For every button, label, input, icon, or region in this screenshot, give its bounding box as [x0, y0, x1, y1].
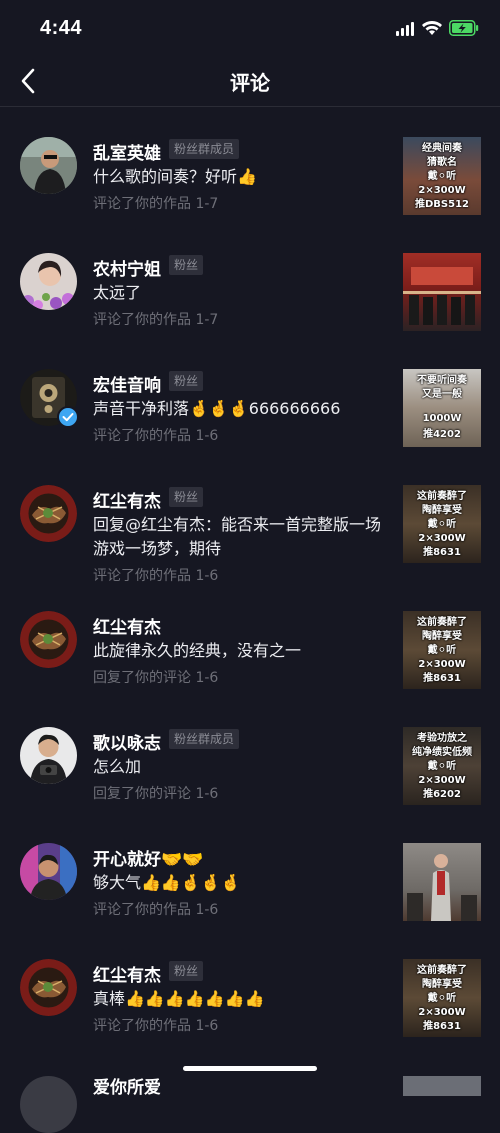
thumbnail-caption: 戴⚪听 — [427, 993, 457, 1004]
comment-author[interactable]: 红尘有杰 — [93, 961, 161, 986]
comment-item[interactable]: 乱室英雄 粉丝群成员 什么歌的间奏？好听👍 评论了你的作品 1-7 经典间奏 猜… — [0, 107, 500, 217]
home-indicator — [183, 1066, 317, 1071]
video-thumbnail[interactable]: 经典间奏 猜歌名 戴⚪听 2×300W 推DBS512 — [403, 137, 481, 215]
comment-item[interactable]: 开心就好🤝🤝 够大气👍👍🤞🤞🤞 评论了你的作品 1-6 — [0, 813, 500, 923]
status-bar: 4:44 — [0, 0, 500, 56]
thumbnail-caption: 推DBS512 — [415, 199, 469, 210]
thumbnail-caption: 这前奏醉了 — [417, 965, 467, 976]
comment-text: 太远了 — [93, 283, 142, 302]
comment-author[interactable]: 红尘有杰 — [93, 613, 161, 638]
thumbnail-caption: 推4202 — [423, 429, 461, 440]
page-title: 评论 — [230, 71, 270, 95]
thumbnail-caption: 戴⚪听 — [427, 645, 457, 656]
comment-meta: 回复了你的评论 1-6 — [93, 786, 219, 802]
comment-author[interactable]: 乱室英雄 — [93, 139, 161, 164]
thumbnail-caption: 2×300W — [418, 533, 466, 544]
comment-author[interactable]: 农村宁姐 — [93, 255, 161, 280]
avatar[interactable] — [20, 611, 77, 668]
thumbnail-caption: 推6202 — [423, 789, 461, 800]
comment-item[interactable]: 农村宁姐 粉丝 太远了 评论了你的作品 1-7 — [0, 223, 500, 333]
wifi-icon — [422, 21, 442, 35]
status-time: 4:44 — [40, 17, 83, 39]
thumbnail-caption: 推8631 — [423, 547, 461, 558]
thumbnail-caption: 这前奏醉了 — [417, 491, 467, 502]
comment-meta: 评论了你的作品 1-6 — [93, 428, 219, 444]
comment-author[interactable]: 爱你所爱 — [93, 1073, 161, 1098]
comment-meta: 评论了你的作品 1-7 — [93, 196, 219, 212]
thumbnail-caption: 2×300W — [418, 775, 466, 786]
comment-text: 此旋律永久的经典，没有之一 — [93, 641, 302, 660]
video-thumbnail[interactable]: 这前奏醉了 陶醉享受 戴⚪听 2×300W 推8631 — [403, 485, 481, 563]
avatar[interactable] — [20, 485, 77, 542]
avatar[interactable] — [20, 727, 77, 784]
thumbnail-caption: 2×300W — [418, 185, 466, 196]
fan-badge: 粉丝群成员 — [169, 729, 240, 749]
fan-badge: 粉丝群成员 — [169, 139, 240, 159]
nav-bar: 评论 — [0, 56, 500, 107]
comment-meta: 评论了你的作品 1-6 — [93, 1018, 219, 1034]
avatar[interactable] — [20, 1076, 77, 1133]
comment-text: 声音干净利落🤞🤞🤞666666666 — [93, 399, 341, 418]
comment-text: 怎么加 — [93, 757, 142, 776]
avatar[interactable] — [20, 253, 77, 310]
fan-badge: 粉丝 — [169, 371, 204, 391]
comment-item[interactable]: 红尘有杰 粉丝 回复@红尘有杰：能否来一首完整版一场游戏一场梦，期待 评论了你的… — [0, 455, 500, 584]
comment-text: 回复@红尘有杰：能否来一首完整版一场游戏一场梦，期待 — [93, 515, 382, 558]
comment-author[interactable]: 红尘有杰 — [93, 487, 161, 512]
avatar[interactable] — [20, 137, 77, 194]
comment-meta: 评论了你的作品 1-7 — [93, 312, 219, 328]
thumbnail-caption: 陶醉享受 — [422, 979, 462, 990]
verified-badge-icon — [57, 406, 79, 428]
thumbnail-caption: 1000W — [422, 413, 462, 424]
thumbnail-caption: 考验功放之 — [417, 733, 467, 744]
comment-author[interactable]: 宏佳音响 — [93, 371, 161, 396]
comment-text: 什么歌的间奏？好听👍 — [93, 167, 257, 186]
fan-badge: 粉丝 — [169, 487, 204, 507]
thumbnail-caption: 2×300W — [418, 659, 466, 670]
video-thumbnail[interactable]: 考验功放之 纯净绩实低频 戴⚪听 2×300W 推6202 — [403, 727, 481, 805]
thumbnail-caption: 戴⚪听 — [427, 171, 457, 182]
thumbnail-caption: 这前奏醉了 — [417, 617, 467, 628]
thumbnail-caption: 推8631 — [423, 1021, 461, 1032]
thumbnail-caption: 不要听间奏 — [417, 375, 467, 386]
comment-item[interactable]: 宏佳音响 粉丝 声音干净利落🤞🤞🤞666666666 评论了你的作品 1-6 不… — [0, 339, 500, 449]
video-thumbnail[interactable] — [403, 253, 481, 331]
video-thumbnail[interactable]: 这前奏醉了 陶醉享受 戴⚪听 2×300W 推8631 — [403, 611, 481, 689]
thumbnail-caption: 陶醉享受 — [422, 631, 462, 642]
battery-charging-icon — [449, 20, 479, 36]
thumbnail-caption: 纯净绩实低频 — [412, 747, 472, 758]
comment-author[interactable]: 开心就好🤝🤝 — [93, 845, 203, 870]
video-thumbnail[interactable] — [403, 1076, 481, 1096]
fan-badge: 粉丝 — [169, 961, 204, 981]
thumbnail-caption: 陶醉享受 — [422, 505, 462, 516]
avatar[interactable] — [20, 369, 79, 428]
comment-item[interactable]: 红尘有杰 此旋律永久的经典，没有之一 回复了你的评论 1-6 这前奏醉了 陶醉享… — [0, 581, 500, 691]
thumbnail-caption: 又是一般 — [422, 389, 462, 400]
fan-badge: 粉丝 — [169, 255, 204, 275]
comment-meta: 评论了你的作品 1-6 — [93, 902, 219, 918]
thumbnail-caption: 经典间奏 — [422, 143, 462, 154]
comment-item[interactable]: 红尘有杰 粉丝 真棒👍👍👍👍👍👍👍 评论了你的作品 1-6 这前奏醉了 陶醉享受… — [0, 929, 500, 1039]
thumbnail-caption: 猜歌名 — [427, 157, 457, 168]
comment-author[interactable]: 歌以咏志 — [93, 729, 161, 754]
avatar[interactable] — [20, 959, 77, 1016]
avatar[interactable] — [20, 843, 77, 900]
comment-text: 够大气👍👍🤞🤞🤞 — [93, 873, 241, 892]
thumbnail-caption: 戴⚪听 — [427, 519, 457, 530]
video-thumbnail[interactable] — [403, 843, 481, 921]
comment-meta: 回复了你的评论 1-6 — [93, 670, 219, 686]
comment-item[interactable]: 歌以咏志 粉丝群成员 怎么加 回复了你的评论 1-6 考验功放之 纯净绩实低频 … — [0, 697, 500, 807]
cellular-signal-icon — [396, 22, 416, 36]
video-thumbnail[interactable]: 这前奏醉了 陶醉享受 戴⚪听 2×300W 推8631 — [403, 959, 481, 1037]
video-thumbnail[interactable]: 不要听间奏 又是一般 1000W 推4202 — [403, 369, 481, 447]
thumbnail-caption: 推8631 — [423, 673, 461, 684]
thumbnail-caption: 戴⚪听 — [427, 761, 457, 772]
thumbnail-caption: 2×300W — [418, 1007, 466, 1018]
comment-text: 真棒👍👍👍👍👍👍👍 — [93, 989, 265, 1008]
